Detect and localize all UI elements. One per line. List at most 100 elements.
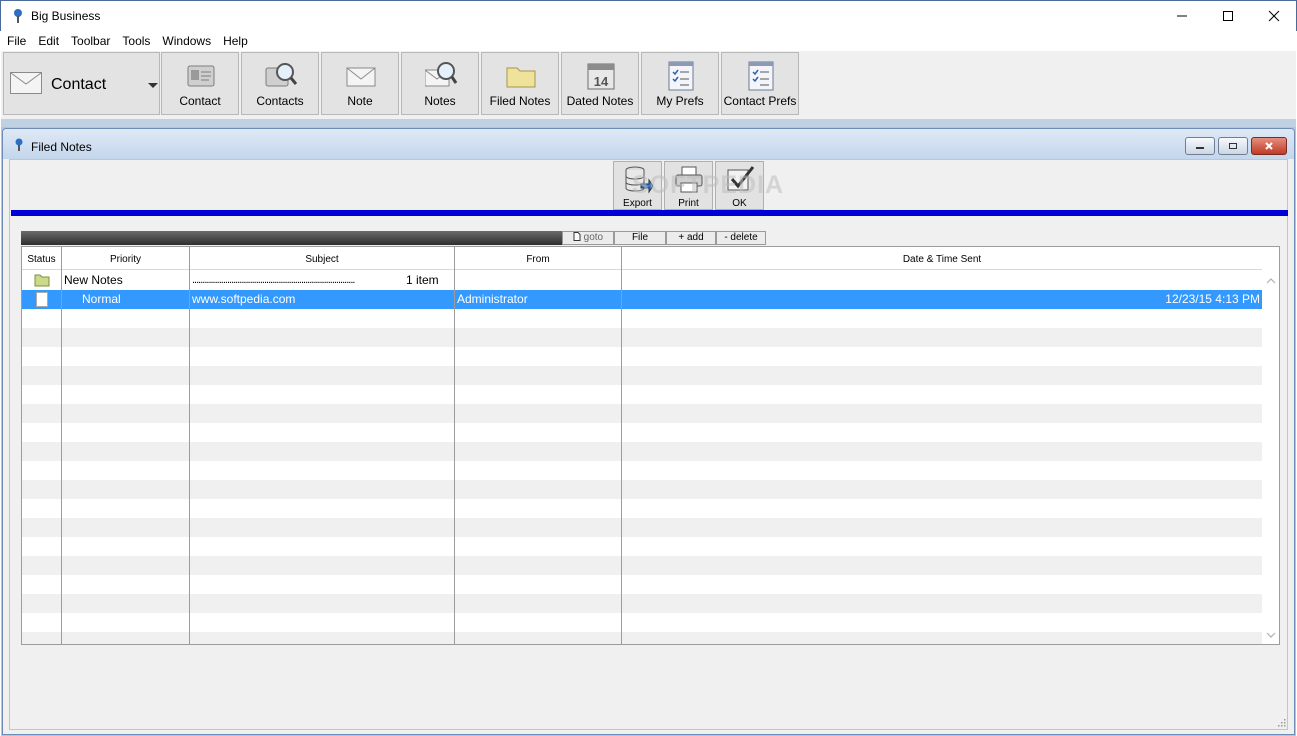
- empty-row: [22, 594, 1262, 613]
- delete-label: - delete: [724, 232, 758, 243]
- menu-edit[interactable]: Edit: [32, 31, 65, 51]
- filed-notes-title: Filed Notes: [31, 140, 92, 154]
- scroll-up-icon[interactable]: [1266, 276, 1276, 286]
- calendar-day: 14: [594, 74, 609, 89]
- minimize-button[interactable]: [1159, 1, 1205, 31]
- column-divider: [454, 247, 455, 644]
- contact-button-label: Contact: [179, 94, 221, 108]
- empty-row: [22, 613, 1262, 632]
- my-prefs-button[interactable]: My Prefs: [641, 52, 719, 115]
- minimize-icon: [1196, 147, 1204, 149]
- file-tab-button[interactable]: File: [614, 231, 666, 245]
- menu-toolbar[interactable]: Toolbar: [65, 31, 116, 51]
- empty-row: [22, 480, 1262, 499]
- note-button[interactable]: Note: [321, 52, 399, 115]
- menu-windows[interactable]: Windows: [156, 31, 217, 51]
- column-header-date[interactable]: Date & Time Sent: [622, 247, 1262, 270]
- column-divider: [621, 247, 622, 644]
- empty-row: [22, 309, 1262, 328]
- filed-notes-titlebar: Filed Notes: [3, 129, 1294, 159]
- empty-row: [22, 537, 1262, 556]
- menu-file[interactable]: File: [1, 31, 32, 51]
- pin-icon: [15, 138, 23, 151]
- list-tabs: goto File + add - delete: [21, 231, 766, 245]
- envelope-icon: [10, 72, 42, 94]
- child-restore-button[interactable]: [1218, 137, 1248, 155]
- chevron-down-icon[interactable]: [148, 83, 158, 88]
- contact-combo-label: Contact: [51, 76, 107, 93]
- resize-grip-icon[interactable]: [1276, 717, 1286, 727]
- group-name: New Notes: [64, 273, 123, 287]
- close-button[interactable]: [1251, 1, 1297, 31]
- my-prefs-button-label: My Prefs: [656, 94, 704, 108]
- contact-prefs-button-label: Contact Prefs: [723, 94, 797, 108]
- menu-bar: File Edit Toolbar Tools Windows Help: [1, 31, 1296, 51]
- calendar-icon: 14: [587, 63, 615, 90]
- dated-notes-button[interactable]: 14 Dated Notes: [561, 52, 639, 115]
- add-label: + add: [678, 232, 704, 243]
- row-subject: www.softpedia.com: [192, 292, 296, 306]
- group-row[interactable]: New Notes ..............................…: [22, 271, 1262, 290]
- note-envelope-icon: [346, 67, 376, 87]
- contact-card-icon: [187, 65, 215, 87]
- contacts-button[interactable]: Contacts: [241, 52, 319, 115]
- empty-row: [22, 404, 1262, 423]
- empty-row: [22, 518, 1262, 537]
- row-date: 12/23/15 4:13 PM: [1165, 292, 1260, 306]
- delete-button[interactable]: - delete: [716, 231, 766, 245]
- add-button[interactable]: + add: [666, 231, 716, 245]
- main-toolbar: Contact Contact Contacts Note Notes File…: [1, 51, 1296, 119]
- column-header-status[interactable]: Status: [22, 247, 62, 270]
- filed-notes-button[interactable]: Filed Notes: [481, 52, 559, 115]
- goto-button[interactable]: goto: [562, 231, 614, 245]
- column-header-from[interactable]: From: [455, 247, 622, 270]
- note-document-icon: [36, 292, 48, 307]
- contact-prefs-button[interactable]: Contact Prefs: [721, 52, 799, 115]
- dated-notes-button-label: Dated Notes: [566, 94, 634, 108]
- contacts-search-icon: [265, 63, 297, 87]
- maximize-button[interactable]: [1205, 1, 1251, 31]
- close-icon: [1268, 10, 1280, 22]
- folder-icon: [34, 274, 50, 287]
- filed-notes-window: Filed Notes Export Print OK SOFTPEDIA go…: [2, 128, 1295, 735]
- empty-row: [22, 461, 1262, 480]
- column-header-subject[interactable]: Subject: [190, 247, 455, 270]
- empty-row: [22, 442, 1262, 461]
- empty-row: [22, 328, 1262, 347]
- contact-combo[interactable]: Contact: [3, 52, 160, 115]
- filed-notes-button-label: Filed Notes: [489, 94, 551, 108]
- empty-row: [22, 366, 1262, 385]
- vertical-scrollbar[interactable]: [1262, 247, 1279, 644]
- notes-button[interactable]: Notes: [401, 52, 479, 115]
- table-header: Status Priority Subject From Date & Time…: [22, 247, 1262, 270]
- notes-button-label: Notes: [424, 94, 456, 108]
- contact-button[interactable]: Contact: [161, 52, 239, 115]
- window-titlebar: Big Business: [0, 0, 1297, 31]
- checklist-icon: [748, 61, 774, 91]
- notes-table: Status Priority Subject From Date & Time…: [21, 246, 1280, 645]
- empty-row: [22, 499, 1262, 518]
- table-row[interactable]: Normal www.softpedia.com Administrator 1…: [22, 290, 1262, 309]
- row-priority: Normal: [82, 292, 121, 306]
- child-close-button[interactable]: [1251, 137, 1287, 155]
- column-header-priority[interactable]: Priority: [62, 247, 190, 270]
- notes-search-icon: [425, 62, 457, 87]
- toolbar-divider: [1, 119, 1296, 127]
- menu-tools[interactable]: Tools: [116, 31, 156, 51]
- window-title: Big Business: [31, 9, 101, 23]
- empty-row: [22, 556, 1262, 575]
- group-count: 1 item: [406, 273, 439, 287]
- checklist-icon: [668, 61, 694, 91]
- menu-help[interactable]: Help: [217, 31, 254, 51]
- scroll-down-icon[interactable]: [1266, 630, 1276, 640]
- empty-row: [22, 575, 1262, 594]
- watermark: SOFTPEDIA: [632, 171, 785, 199]
- app-pin-icon: [14, 9, 22, 23]
- empty-row: [22, 423, 1262, 442]
- empty-row: [22, 385, 1262, 404]
- dark-tab-bar: [21, 231, 562, 245]
- goto-label: goto: [583, 232, 604, 243]
- child-minimize-button[interactable]: [1185, 137, 1215, 155]
- minimize-icon: [1177, 15, 1187, 17]
- close-icon: [1265, 142, 1273, 150]
